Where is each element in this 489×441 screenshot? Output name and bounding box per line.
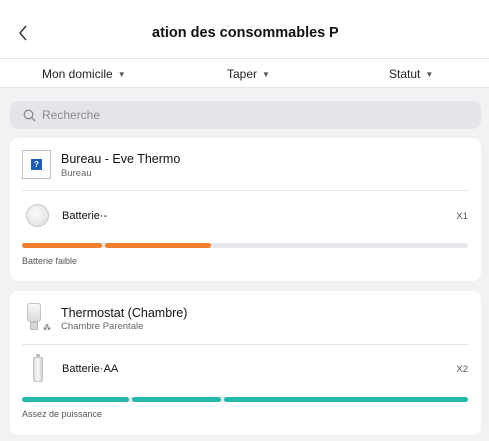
search-placeholder: Recherche [42, 108, 101, 122]
battery-level-segment [132, 397, 221, 402]
device-name: Thermostat (Chambre) [61, 306, 188, 320]
device-name: Bureau - Eve Thermo [61, 152, 181, 166]
search-icon [23, 109, 36, 121]
filter-status-label: Statut [389, 67, 421, 81]
battery-level-segment [22, 397, 129, 402]
device-card[interactable]: ⁂ Thermostat (Chambre) Chambre Parentale… [10, 291, 481, 435]
battery-level-segment [22, 243, 102, 248]
divider [22, 344, 469, 345]
eve-thermo-unknown-icon: ? [22, 150, 51, 179]
search-input[interactable]: Recherche [10, 101, 481, 129]
back-button[interactable] [12, 20, 34, 46]
filter-bar: Mon domicile ▼ Taper ▼ Statut ▼ [0, 58, 489, 88]
aa-battery-icon [33, 354, 43, 382]
chevron-left-icon [19, 25, 27, 41]
filter-home-dropdown[interactable]: Mon domicile ▼ [42, 67, 126, 81]
caret-down-icon: ▼ [262, 69, 270, 79]
battery-status: Batterie faible [22, 256, 78, 266]
battery-status: Assez de puissance [22, 409, 103, 419]
filter-type-label: Taper [227, 67, 258, 81]
battery-level-segment [105, 243, 211, 248]
divider [22, 190, 469, 191]
filter-type-dropdown[interactable]: Taper ▼ [227, 67, 270, 81]
device-room: Chambre Parentale [61, 321, 144, 332]
battery-type-label: Batterie·AA [62, 363, 119, 375]
page-title-suffix: P [329, 25, 339, 41]
battery-level-bar [22, 243, 468, 248]
battery-type-label: Batterie·- [62, 210, 108, 222]
caret-down-icon: ▼ [117, 69, 126, 79]
battery-level-bar [22, 397, 468, 402]
filter-status-dropdown[interactable]: Statut ▼ [389, 67, 433, 81]
device-card[interactable]: ? Bureau - Eve Thermo Bureau Batterie·- … [10, 138, 481, 281]
battery-quantity: X2 [456, 364, 468, 375]
device-room: Bureau [61, 168, 92, 179]
radiator-thermostat-icon: ⁂ [24, 303, 52, 333]
coin-cell-battery-icon [26, 204, 49, 227]
battery-quantity: X1 [456, 211, 468, 222]
page-title: ation des consommables [152, 25, 326, 41]
caret-down-icon: ▼ [425, 69, 434, 79]
battery-level-segment [224, 397, 468, 402]
top-bar: ation des consommables P [0, 0, 489, 58]
filter-home-label: Mon domicile [42, 67, 113, 81]
